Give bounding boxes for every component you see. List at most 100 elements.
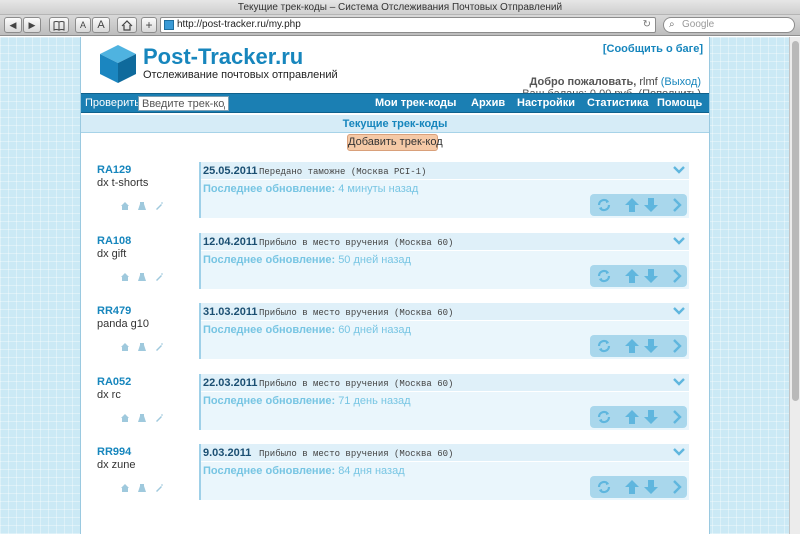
font-larger-button[interactable]: A — [92, 17, 110, 33]
track-code[interactable]: RR479 — [97, 305, 131, 317]
status-date: 25.05.2011 — [203, 165, 258, 177]
parcel-weight-icon[interactable] — [137, 201, 147, 211]
track-code[interactable]: RA108 — [97, 235, 131, 247]
site-brand[interactable]: Post-Tracker.ru — [143, 44, 303, 70]
nav-my-tracks[interactable]: Мои трек-коды — [375, 97, 456, 109]
reload-icon[interactable]: ↻ — [643, 18, 651, 32]
status-text: Прибыло в место вручения (Москва 60) — [259, 379, 454, 389]
track-status-panel: 12.04.2011 Прибыло в место вручения (Мос… — [199, 233, 689, 289]
last-update-label: Последнее обновление: — [203, 395, 336, 407]
track-status-header: 22.03.2011 Прибыло в место вручения (Мос… — [201, 374, 689, 392]
url-field[interactable]: http://post-tracker.ru/my.php ↻ — [160, 17, 656, 33]
refresh-icon[interactable] — [596, 479, 612, 495]
site-container: Post-Tracker.ru Отслеживание почтовых от… — [80, 37, 710, 534]
chevron-right-icon[interactable] — [669, 479, 685, 495]
status-text: Прибыло в место вручения (Москва 60) — [259, 449, 454, 459]
chevron-right-icon[interactable] — [669, 409, 685, 425]
move-up-icon[interactable] — [624, 268, 640, 284]
track-code[interactable]: RA129 — [97, 164, 131, 176]
parcel-weight-icon[interactable] — [137, 483, 147, 493]
last-update-value: 84 дня назад — [338, 465, 405, 477]
status-date: 31.03.2011 — [203, 306, 258, 318]
report-bug-link[interactable]: [Сообщить о баге] — [603, 43, 703, 55]
refresh-icon[interactable] — [596, 268, 612, 284]
url-text: http://post-tracker.ru/my.php — [177, 19, 301, 30]
vertical-scrollbar[interactable] — [789, 37, 800, 534]
home-icon[interactable] — [120, 413, 130, 423]
move-up-icon[interactable] — [624, 479, 640, 495]
edit-pen-icon[interactable] — [154, 483, 164, 493]
track-status-header: 9.03.2011 Прибыло в место вручения (Моск… — [201, 444, 689, 462]
last-update: Последнее обновление: 84 дня назад — [203, 465, 405, 477]
track-row: RR994 dx zune 9.03.2011 Прибыло в место … — [95, 444, 691, 500]
last-update: Последнее обновление: 50 дней назад — [203, 254, 411, 266]
nav-settings[interactable]: Настройки — [517, 97, 575, 109]
chevron-right-icon[interactable] — [669, 197, 685, 213]
move-down-icon[interactable] — [643, 338, 659, 354]
track-status-panel: 31.03.2011 Прибыло в место вручения (Мос… — [199, 303, 689, 359]
status-date: 9.03.2011 — [203, 447, 252, 459]
parcel-weight-icon[interactable] — [137, 272, 147, 282]
window-title: Текущие трек-коды – Система Отслеживания… — [0, 0, 800, 15]
site-favicon-icon — [164, 20, 174, 30]
nav-help[interactable]: Помощь — [657, 97, 702, 109]
parcel-weight-icon[interactable] — [137, 342, 147, 352]
chevron-right-icon[interactable] — [669, 338, 685, 354]
edit-pen-icon[interactable] — [154, 272, 164, 282]
move-down-icon[interactable] — [643, 409, 659, 425]
search-placeholder: Google — [682, 19, 715, 30]
edit-pen-icon[interactable] — [154, 201, 164, 211]
chevron-right-icon[interactable] — [669, 268, 685, 284]
home-icon[interactable] — [120, 272, 130, 282]
logo-cube-icon — [100, 45, 136, 83]
track-actions — [590, 476, 687, 498]
edit-pen-icon[interactable] — [154, 413, 164, 423]
track-code-input[interactable] — [138, 96, 229, 111]
edit-pen-icon[interactable] — [154, 342, 164, 352]
refresh-icon[interactable] — [596, 338, 612, 354]
status-text: Прибыло в место вручения (Москва 60) — [259, 238, 454, 248]
move-up-icon[interactable] — [624, 197, 640, 213]
home-icon[interactable] — [120, 342, 130, 352]
chevron-down-icon[interactable] — [673, 235, 685, 247]
home-button[interactable] — [117, 17, 137, 33]
add-track-button[interactable]: Добавить трек-код — [347, 134, 443, 151]
chevron-down-icon[interactable] — [673, 305, 685, 317]
move-down-icon[interactable] — [643, 268, 659, 284]
status-date: 22.03.2011 — [203, 377, 258, 389]
track-actions — [590, 194, 687, 216]
chevron-down-icon[interactable] — [673, 164, 685, 176]
status-date: 12.04.2011 — [203, 236, 258, 248]
forward-button[interactable]: ▶ — [23, 17, 41, 33]
home-icon[interactable] — [120, 483, 130, 493]
last-update-value: 60 дней назад — [338, 324, 411, 336]
font-smaller-button[interactable]: A — [75, 17, 91, 33]
track-code[interactable]: RR994 — [97, 446, 131, 458]
back-arrow-icon: ◀ — [9, 20, 17, 30]
refresh-icon[interactable] — [596, 409, 612, 425]
refresh-icon[interactable] — [596, 197, 612, 213]
track-description: dx t-shorts — [97, 177, 149, 189]
search-field[interactable]: ⌕ Google — [663, 17, 795, 33]
track-description: dx gift — [97, 248, 127, 260]
track-code[interactable]: RA052 — [97, 376, 131, 388]
add-tab-button[interactable]: + — [141, 17, 157, 33]
chevron-down-icon[interactable] — [673, 446, 685, 458]
track-info: RA052 dx rc — [95, 374, 199, 430]
scrollbar-thumb[interactable] — [792, 41, 799, 401]
move-down-icon[interactable] — [643, 197, 659, 213]
nav-archive[interactable]: Архив — [471, 97, 505, 109]
parcel-weight-icon[interactable] — [137, 413, 147, 423]
move-down-icon[interactable] — [643, 479, 659, 495]
home-icon[interactable] — [120, 201, 130, 211]
last-update: Последнее обновление: 60 дней назад — [203, 324, 411, 336]
track-actions — [590, 265, 687, 287]
nav-statistics[interactable]: Статистика — [587, 97, 649, 109]
bookmarks-button[interactable] — [49, 17, 69, 33]
last-update-label: Последнее обновление: — [203, 183, 336, 195]
move-up-icon[interactable] — [624, 338, 640, 354]
chevron-down-icon[interactable] — [673, 376, 685, 388]
back-button[interactable]: ◀ — [4, 17, 22, 33]
track-row: RA052 dx rc 22.03.2011 Прибыло в место в… — [95, 374, 691, 430]
move-up-icon[interactable] — [624, 409, 640, 425]
